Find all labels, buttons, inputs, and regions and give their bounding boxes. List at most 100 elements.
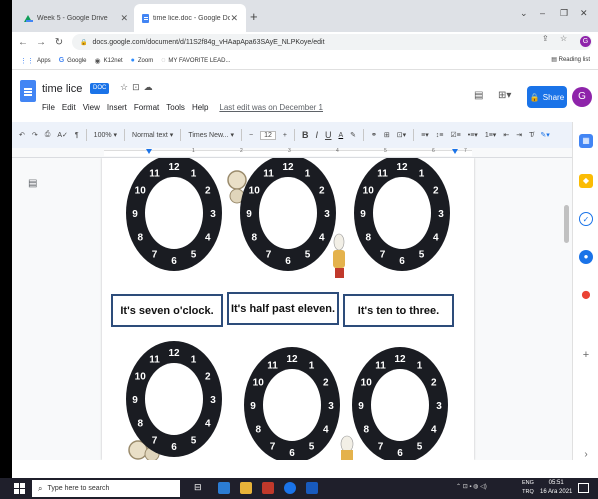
- underline-button[interactable]: U: [325, 130, 332, 140]
- taskbar-clock[interactable]: 05:51 16 Ara 2021: [540, 479, 572, 497]
- style-select[interactable]: Normal text ▾: [132, 131, 173, 139]
- reading-list-button[interactable]: ▤ Reading list: [551, 56, 590, 63]
- close-window-button[interactable]: ✕: [580, 8, 588, 19]
- get-addons-icon[interactable]: +: [579, 348, 593, 362]
- zoom-select[interactable]: 100% ▾: [94, 131, 117, 139]
- tab-google-drive[interactable]: Week 5 - Google Drive ✕: [16, 4, 136, 32]
- clear-format-icon[interactable]: T̸: [529, 132, 533, 139]
- bookmark-google[interactable]: G Google: [59, 57, 87, 64]
- tab-search-icon[interactable]: ⌄: [520, 8, 528, 19]
- store-icon[interactable]: [262, 482, 274, 494]
- back-arrow-icon[interactable]: ←: [16, 37, 30, 48]
- clock-number: 7: [266, 250, 272, 261]
- decrease-font-button[interactable]: −: [249, 132, 253, 139]
- document-outline-icon[interactable]: ▤: [28, 178, 37, 189]
- document-canvas[interactable]: ▤ 12 1 2 3 4 5 6 7 8 9 10 11 12 1 2 3 4 5 6 7 8 9 10: [12, 158, 572, 460]
- taskbar-search-input[interactable]: ⌕ Type here to search: [32, 480, 180, 497]
- menu-format[interactable]: Format: [134, 103, 159, 112]
- url-input[interactable]: 🔒 docs.google.com/document/d/11S2f84g_vH…: [72, 34, 592, 50]
- reload-icon[interactable]: ↻: [52, 37, 66, 48]
- share-page-icon[interactable]: ⇪: [542, 34, 549, 43]
- bookmark-label: Google: [67, 57, 87, 64]
- chrome-icon[interactable]: [284, 482, 296, 494]
- redo-icon[interactable]: ↷: [32, 131, 38, 139]
- vertical-scrollbar[interactable]: [564, 205, 569, 243]
- docs-home-icon[interactable]: [20, 80, 36, 102]
- comment-icon[interactable]: ⊞: [384, 131, 390, 139]
- cloud-status-icon[interactable]: ☁: [144, 82, 157, 92]
- language-code: ENG: [522, 480, 534, 486]
- menu-tools[interactable]: Tools: [166, 103, 185, 112]
- maximize-button[interactable]: ❐: [560, 8, 568, 19]
- new-tab-button[interactable]: +: [250, 9, 258, 24]
- highlight-icon[interactable]: ✎: [350, 131, 356, 139]
- last-edit-link[interactable]: Last edit was on December 1: [219, 103, 323, 112]
- editing-mode-icon[interactable]: ✎▾: [540, 131, 549, 139]
- meet-icon[interactable]: ⊞▾: [498, 90, 511, 101]
- move-folder-icon[interactable]: ⊡: [132, 82, 144, 92]
- bullet-list-icon[interactable]: •≡▾: [468, 131, 478, 139]
- language-indicator[interactable]: ENG TRQ: [522, 479, 534, 497]
- edge-icon[interactable]: [218, 482, 230, 494]
- checklist-icon[interactable]: ☑≡: [450, 131, 460, 139]
- clock-number: 8: [251, 233, 257, 244]
- document-page[interactable]: 12 1 2 3 4 5 6 7 8 9 10 11 12 1 2 3 4 5 6 7 8 9 10 11 12 1 2 3 4 5 6…: [102, 158, 474, 460]
- font-select[interactable]: Times New... ▾: [188, 131, 234, 139]
- print-icon[interactable]: ⎙: [45, 131, 51, 139]
- notification-icon[interactable]: [578, 483, 589, 493]
- increase-indent-icon[interactable]: ⇥: [516, 131, 522, 139]
- spellcheck-icon[interactable]: A✓: [57, 131, 68, 139]
- line-spacing-icon[interactable]: ↕≡: [436, 132, 444, 139]
- clock-number: 3: [438, 209, 444, 220]
- maps-icon[interactable]: ⬤: [579, 288, 593, 302]
- align-icon[interactable]: ≡▾: [421, 131, 429, 139]
- word-icon[interactable]: [306, 482, 318, 494]
- tab-close-icon[interactable]: ✕: [230, 13, 238, 24]
- right-indent-marker[interactable]: [452, 149, 458, 154]
- decrease-indent-icon[interactable]: ⇤: [503, 131, 509, 139]
- clock-number: 4: [319, 233, 325, 244]
- bookmark-star-icon[interactable]: ☆: [560, 34, 567, 43]
- link-icon[interactable]: ⚭: [371, 131, 377, 139]
- text-color-icon[interactable]: A: [338, 132, 343, 139]
- menu-help[interactable]: Help: [192, 103, 208, 112]
- bold-button[interactable]: B: [302, 130, 309, 140]
- indent-marker[interactable]: [146, 149, 152, 154]
- tab-google-docs[interactable]: time lice.doc - Google Docs ✕: [134, 4, 246, 32]
- menu-view[interactable]: View: [83, 103, 100, 112]
- menu-edit[interactable]: Edit: [62, 103, 76, 112]
- calendar-icon[interactable]: ▦: [579, 134, 593, 148]
- keep-icon[interactable]: ◆: [579, 174, 593, 188]
- star-icon[interactable]: ☆: [120, 82, 132, 92]
- show-side-panel-icon[interactable]: ›: [579, 448, 593, 462]
- windows-start-icon[interactable]: [14, 483, 25, 494]
- menu-file[interactable]: File: [42, 103, 55, 112]
- tasks-icon[interactable]: ✓: [579, 212, 593, 226]
- undo-icon[interactable]: ↶: [19, 131, 25, 139]
- paint-format-icon[interactable]: ¶: [75, 132, 79, 139]
- bookmark-favorite-lead[interactable]: ◌ MY FAVORITE LEAD...: [161, 57, 230, 64]
- clock-number: 9: [246, 209, 252, 220]
- bookmark-apps[interactable]: ⋮⋮ Apps: [20, 57, 51, 65]
- account-avatar[interactable]: G: [572, 87, 592, 107]
- image-icon[interactable]: ⊡▾: [397, 131, 406, 139]
- contacts-icon[interactable]: ●: [579, 250, 593, 264]
- bookmark-k12net[interactable]: ◉ K12net: [95, 57, 123, 65]
- bookmark-zoom[interactable]: ● Zoom: [131, 57, 154, 64]
- document-title[interactable]: time lice: [42, 83, 82, 95]
- comments-icon[interactable]: ▤: [474, 90, 483, 101]
- task-view-icon[interactable]: ⊟: [194, 482, 206, 494]
- menu-insert[interactable]: Insert: [107, 103, 127, 112]
- share-button[interactable]: 🔒 Share: [527, 86, 567, 108]
- system-tray-icons[interactable]: ⌃ ⊡ ▪ ◍ ◁): [456, 483, 487, 490]
- tab-close-icon[interactable]: ✕: [120, 13, 128, 24]
- file-explorer-icon[interactable]: [240, 482, 252, 494]
- font-size-input[interactable]: 12: [260, 130, 276, 140]
- increase-font-button[interactable]: +: [283, 132, 287, 139]
- italic-button[interactable]: I: [315, 130, 318, 140]
- clock-number: 11: [149, 168, 160, 179]
- forward-arrow-icon[interactable]: →: [34, 37, 48, 48]
- minimize-button[interactable]: –: [540, 8, 545, 18]
- profile-avatar[interactable]: G: [580, 36, 591, 47]
- numbered-list-icon[interactable]: 1≡▾: [485, 131, 497, 139]
